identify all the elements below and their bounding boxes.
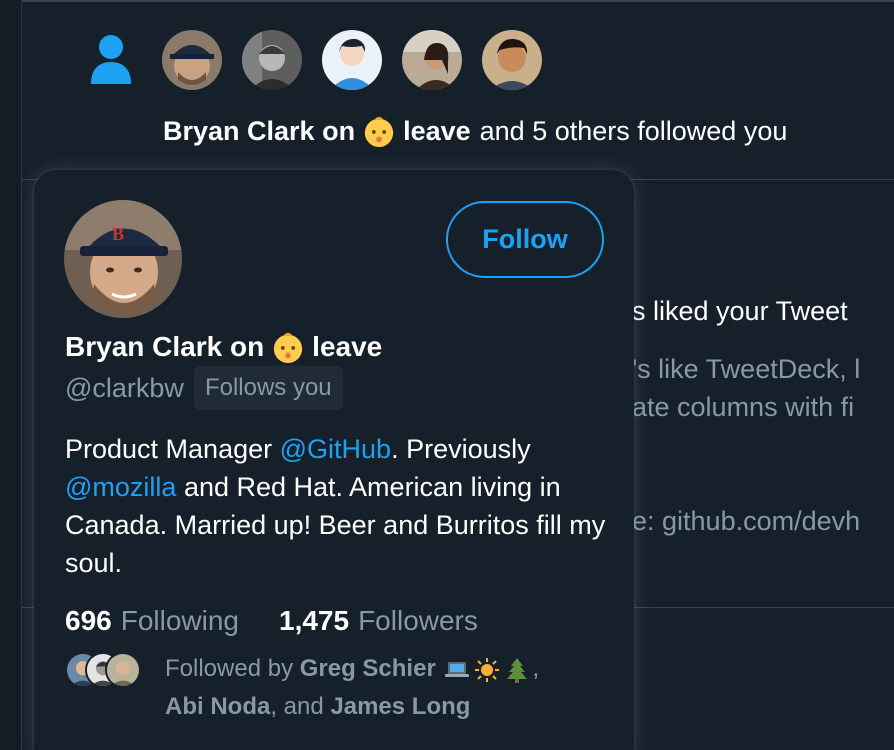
profile-handle[interactable]: @clarkbw	[65, 373, 184, 404]
follows-you-badge: Follows you	[193, 366, 343, 410]
following-stat[interactable]: 696 Following	[65, 605, 239, 637]
profile-stats: 696 Following 1,475 Followers	[65, 605, 478, 637]
tweet-text-line: 's like TweetDeck, l	[632, 354, 861, 384]
followed-by-text[interactable]: Followed by Greg Schier , Abi Noda, and …	[165, 650, 605, 726]
liked-notification-text: s liked your Tweet	[632, 296, 848, 326]
follow-button[interactable]: Follow	[446, 201, 604, 278]
followers-label: Followers	[358, 605, 478, 636]
baby-emoji-icon	[364, 116, 394, 148]
profile-hovercard: B Follow Bryan Clark on leave @clarkbw F…	[34, 170, 634, 750]
actor-name[interactable]: Bryan Clark on	[163, 116, 355, 147]
laptop-emoji-icon	[445, 661, 470, 677]
avatar[interactable]	[402, 30, 462, 90]
notification-text[interactable]: Bryan Clark on leave and 5 others follow…	[163, 114, 787, 148]
profile-name-part[interactable]: Bryan Clark on	[65, 331, 264, 363]
evergreen-tree-emoji-icon	[507, 657, 528, 683]
left-rail	[0, 0, 22, 750]
profile-avatar[interactable]: B	[64, 200, 182, 318]
top-divider	[22, 0, 894, 2]
svg-text:B: B	[112, 224, 124, 244]
avatar[interactable]	[162, 30, 222, 90]
avatar[interactable]	[482, 30, 542, 90]
followed-by-separator: ,	[532, 655, 540, 682]
actor-name-suffix[interactable]: leave	[403, 116, 471, 147]
avatar[interactable]	[242, 30, 302, 90]
bio-text: . Previously	[391, 434, 531, 464]
followed-by[interactable]: Followed by Greg Schier , Abi Noda, and …	[65, 650, 605, 726]
bio-text: Product Manager	[65, 434, 280, 464]
profile-bio: Product Manager @GitHub. Previously @moz…	[65, 430, 610, 582]
avatar[interactable]	[322, 30, 382, 90]
followed-by-separator: , and	[270, 693, 324, 720]
bio-mention-link[interactable]: @GitHub	[280, 434, 391, 464]
followers-stat[interactable]: 1,475 Followers	[279, 605, 478, 637]
person-icon	[88, 30, 134, 90]
tweet-text-line: ate columns with fi	[632, 392, 855, 422]
avatar	[105, 652, 141, 688]
followed-by-user[interactable]: James Long	[330, 693, 470, 720]
profile-name-part[interactable]: leave	[312, 331, 382, 363]
following-count: 696	[65, 605, 112, 636]
followers-count: 1,475	[279, 605, 350, 636]
followed-by-user[interactable]: Greg Schier	[300, 655, 436, 682]
following-label: Following	[120, 605, 239, 636]
follow-notification[interactable]	[88, 28, 542, 92]
followed-by-user[interactable]: Abi Noda	[165, 693, 270, 720]
tweet-text-line: e: github.com/devh	[632, 506, 861, 536]
notification-action: and 5 others followed you	[479, 115, 788, 146]
profile-name[interactable]: Bryan Clark on leave	[65, 330, 382, 364]
followed-by-avatars	[65, 652, 145, 688]
baby-emoji-icon	[274, 332, 303, 364]
followed-by-prefix: Followed by	[165, 655, 294, 682]
bio-mention-link[interactable]: @mozilla	[65, 472, 176, 502]
sun-emoji-icon	[475, 657, 500, 682]
